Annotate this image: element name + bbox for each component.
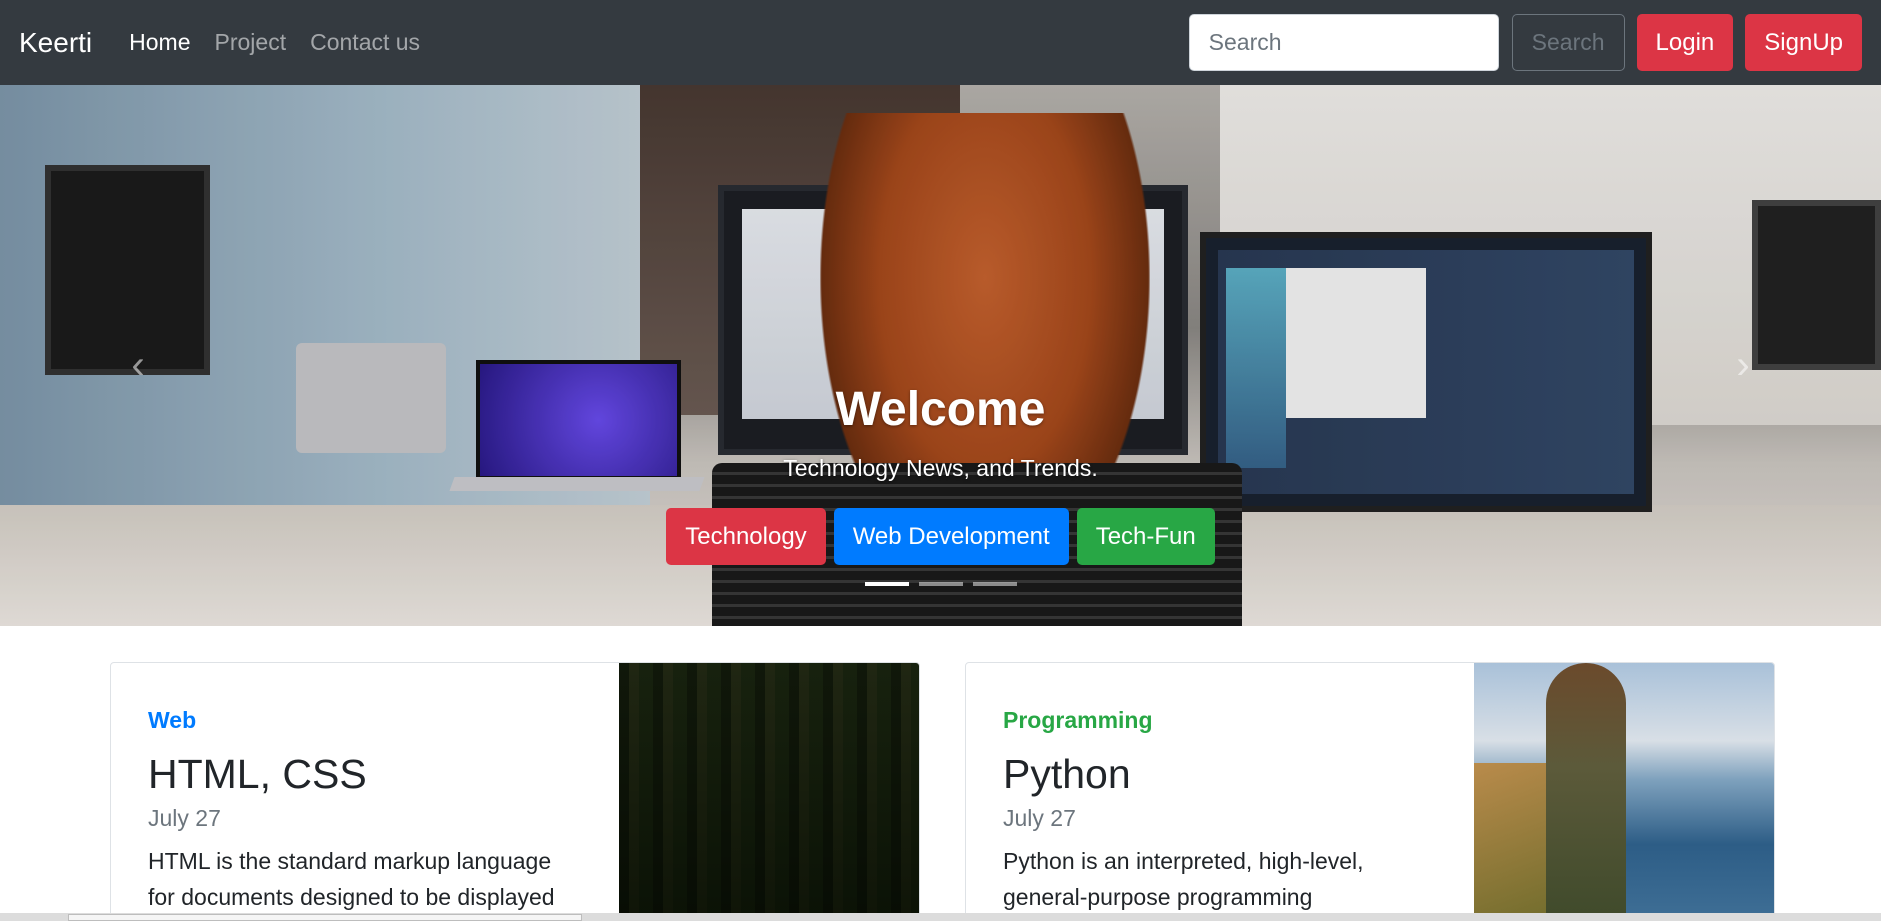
nav-link-home[interactable]: Home [129, 29, 190, 56]
card-title: HTML, CSS [148, 751, 367, 797]
navbar-right-group: Search Login SignUp [1188, 14, 1862, 71]
carousel-indicator-1[interactable] [864, 582, 909, 586]
search-input[interactable] [1188, 14, 1499, 71]
brand-logo[interactable]: Keerti [19, 27, 92, 59]
category-buttons: Technology Web Development Tech-Fun [0, 508, 1881, 565]
web-development-button[interactable]: Web Development [833, 508, 1069, 565]
carousel-indicator-3[interactable] [972, 582, 1017, 586]
login-button[interactable]: Login [1636, 14, 1734, 71]
card-category: Programming [1003, 707, 1153, 733]
carousel-indicators [0, 582, 1881, 586]
card-image-forest [619, 663, 919, 920]
card-image-woman [1546, 663, 1626, 920]
card-title: Python [1003, 751, 1131, 797]
post-card-programming: Programming Python July 27 Python is an … [965, 662, 1775, 921]
technology-button[interactable]: Technology [666, 508, 826, 565]
hero-carousel: ‹ › Welcome Technology News, and Trends.… [0, 85, 1881, 626]
navbar: Keerti Home Project Contact us Search Lo… [0, 0, 1881, 85]
signup-button[interactable]: SignUp [1745, 14, 1862, 71]
hero-title: Welcome [835, 383, 1046, 436]
nav-link-project[interactable]: Project [215, 29, 287, 56]
card-category: Web [148, 707, 197, 733]
scrollbar-thumb[interactable] [68, 914, 582, 921]
nav-link-contact-us[interactable]: Contact us [310, 29, 420, 56]
card-text: Python is an interpreted, high-level, ge… [1003, 848, 1364, 910]
search-button[interactable]: Search [1511, 14, 1625, 71]
card-date: July 27 [148, 805, 221, 831]
card-image-coast [1474, 663, 1774, 920]
post-card-web: Web HTML, CSS July 27 HTML is the standa… [110, 662, 920, 921]
card-text: HTML is the standard markup language for… [148, 848, 555, 910]
carousel-indicator-2[interactable] [918, 582, 963, 586]
hero-subtitle: Technology News, and Trends. [783, 455, 1098, 481]
card-date: July 27 [1003, 805, 1076, 831]
tech-fun-button[interactable]: Tech-Fun [1076, 508, 1215, 565]
